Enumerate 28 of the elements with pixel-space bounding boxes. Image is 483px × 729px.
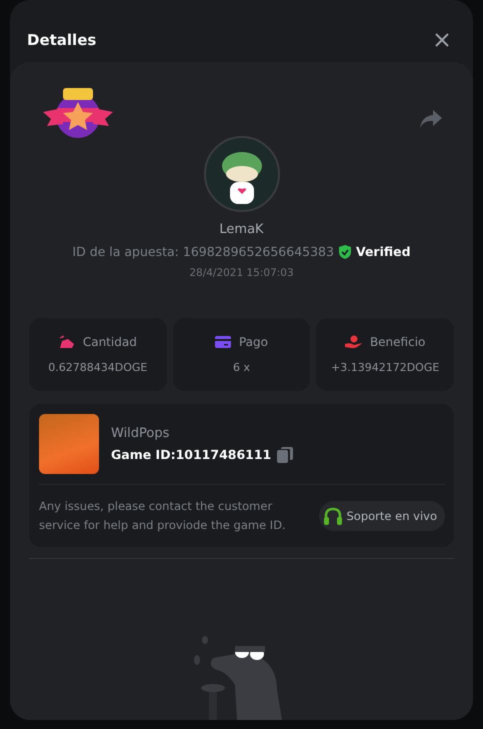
hand-coin-icon (344, 335, 362, 349)
stat-value: +3.13942172DOGE (331, 361, 440, 374)
dialog-title: Detalles (27, 31, 96, 49)
bet-datetime: 28/4/2021 15:07:03 (188, 267, 295, 279)
copy-button[interactable] (277, 446, 294, 462)
share-arrow-icon (420, 110, 442, 128)
stat-label: Cantidad (82, 335, 137, 349)
player-name: LemaK (218, 222, 265, 237)
game-name: WildPops (111, 426, 170, 440)
bet-id: ID de la apuesta: 1698289652656645383 (72, 244, 334, 259)
close-icon (433, 31, 451, 49)
tag-icon (58, 335, 75, 349)
copy-icon (277, 446, 294, 462)
stat-value: 0.62788434DOGE (48, 361, 148, 374)
live-support-button[interactable]: Soporte en vivo (319, 501, 445, 531)
win-badge-icon (43, 88, 113, 140)
help-text: Any issues, please contact the customer service for help and proviode the game ID. (39, 498, 287, 534)
share-button[interactable] (420, 110, 442, 128)
close-button[interactable] (433, 31, 451, 49)
stat-value: 6 x (232, 361, 250, 374)
verified-label: Verified (356, 244, 411, 259)
game-id: Game ID:10117486111 (111, 447, 272, 462)
game-thumbnail-placeholder (39, 414, 99, 474)
card-icon (214, 336, 231, 348)
headset-icon (323, 507, 344, 525)
stat-label: Beneficio (370, 335, 426, 349)
shield-check-icon (338, 244, 351, 258)
stat-label: Pago (238, 335, 268, 349)
